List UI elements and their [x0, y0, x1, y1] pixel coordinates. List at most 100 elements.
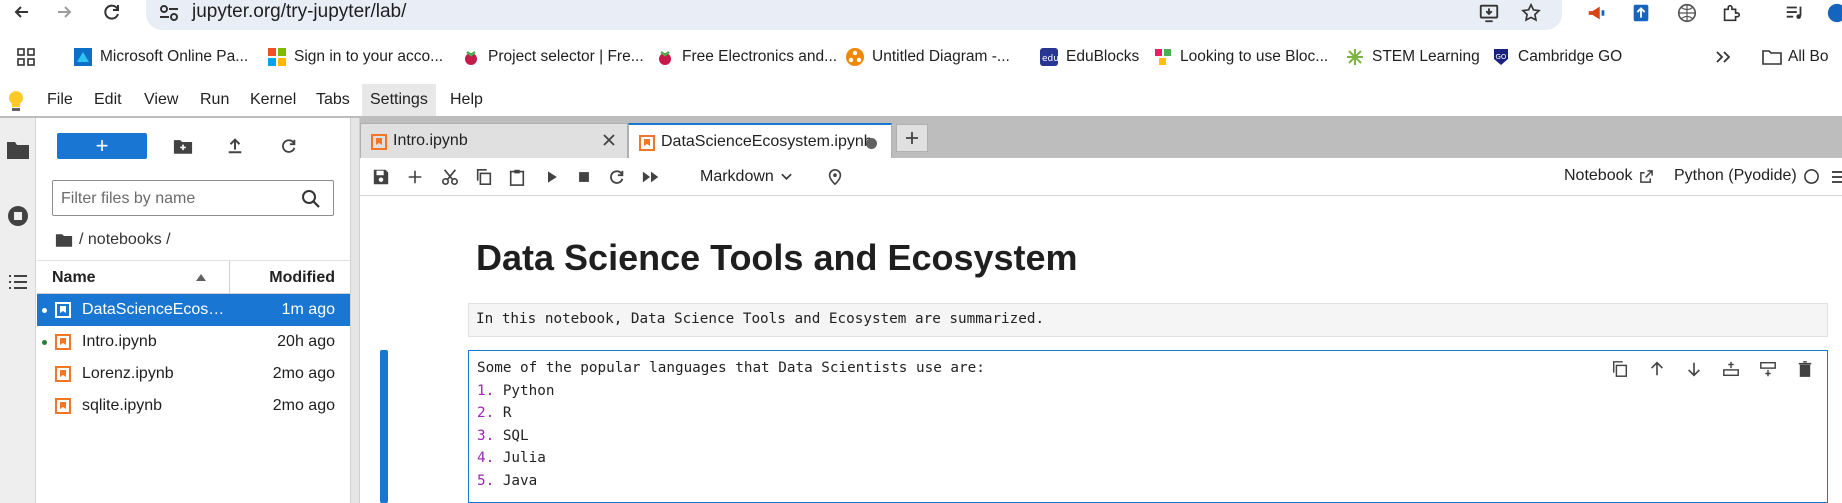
drawio-icon	[846, 48, 864, 66]
property-inspector-icon[interactable]	[1826, 166, 1842, 188]
folder-icon	[1762, 48, 1782, 66]
tab-intro[interactable]: Intro.ipynb	[360, 123, 628, 158]
filter-files-input[interactable]	[61, 188, 291, 210]
file-row[interactable]: sqlite.ipynb 2mo ago	[37, 390, 350, 422]
unsaved-changes-dot-icon[interactable]	[866, 138, 877, 149]
notebook-file-icon	[55, 334, 71, 350]
cut-scissors-icon[interactable]	[439, 166, 461, 188]
file-row[interactable]: DataScienceEcosy... 1m ago	[37, 294, 350, 326]
file-name: Intro.ipynb	[82, 333, 157, 350]
markdown-cell-editor[interactable]: Some of the popular languages that Data …	[468, 350, 1828, 503]
bookmark-project-selector[interactable]: Project selector | Fre...	[462, 46, 644, 68]
menu-view[interactable]: View	[136, 84, 186, 116]
file-modified: 1m ago	[281, 301, 335, 318]
menu-run[interactable]: Run	[192, 84, 237, 116]
back-button[interactable]	[8, 0, 36, 24]
megaphone-icon[interactable]	[1584, 0, 1610, 26]
menu-kernel[interactable]: Kernel	[242, 84, 304, 116]
star-icon[interactable]	[1518, 1, 1544, 25]
sort-ascending-icon[interactable]	[194, 271, 208, 283]
kernel-name-button[interactable]: Python (Pyodide)	[1674, 167, 1820, 185]
source-line: Some of the popular languages that Data …	[477, 360, 985, 376]
raw-text-cell[interactable]: In this notebook, Data Science Tools and…	[468, 303, 1828, 337]
column-name-header[interactable]: Name	[52, 269, 96, 287]
new-tab-button[interactable]	[896, 124, 928, 152]
column-modified-header[interactable]: Modified	[269, 269, 335, 287]
save-icon[interactable]	[370, 166, 392, 188]
location-pin-icon[interactable]	[824, 166, 846, 188]
menu-edit[interactable]: Edit	[86, 84, 130, 116]
reload-button[interactable]	[98, 0, 126, 24]
arrow-left-icon	[14, 6, 28, 18]
duplicate-cell-icon[interactable]	[1608, 357, 1632, 381]
fast-forward-icon[interactable]	[640, 166, 662, 188]
open-in-notebook-button[interactable]: Notebook	[1564, 167, 1654, 185]
move-cell-up-icon[interactable]	[1645, 357, 1669, 381]
menu-tabs[interactable]: Tabs	[308, 84, 358, 116]
restart-kernel-icon[interactable]	[606, 166, 628, 188]
list-item: Java	[502, 472, 538, 489]
cell-type-select[interactable]: Markdown	[700, 164, 793, 190]
move-cell-down-icon[interactable]	[1682, 357, 1706, 381]
markdown-source[interactable]: Some of the popular languages that Data …	[477, 357, 985, 493]
list-item: Python	[502, 382, 555, 399]
insert-cell-plus-icon[interactable]	[404, 166, 426, 188]
bookmark-sign-in[interactable]: Sign in to your acco...	[268, 46, 443, 68]
bookmark-microsoft-online[interactable]: Microsoft Online Pa...	[74, 46, 248, 68]
all-bookmarks-folder[interactable]: All Bo	[1762, 46, 1829, 68]
bookmark-looking-to-use-blocks[interactable]: Looking to use Bloc...	[1154, 46, 1328, 68]
delete-cell-trash-icon[interactable]	[1793, 357, 1817, 381]
cell-collapser[interactable]	[380, 350, 388, 503]
insert-cell-below-icon[interactable]	[1756, 357, 1780, 381]
more-bookmarks-chevron-icon[interactable]	[1714, 46, 1732, 68]
site-info-icon[interactable]	[158, 3, 180, 23]
new-launcher-button[interactable]: +	[57, 133, 147, 159]
external-link-icon	[1639, 169, 1653, 183]
run-play-icon[interactable]	[541, 166, 563, 188]
notebook-file-icon	[55, 366, 71, 382]
filter-files-field[interactable]	[52, 180, 334, 216]
upload-files-icon[interactable]	[223, 134, 247, 158]
omnibox[interactable]: jupyter.org/try-jupyter/lab/	[146, 0, 1562, 30]
bookmark-untitled-diagram[interactable]: Untitled Diagram -...	[846, 46, 1010, 68]
upload-extension-icon[interactable]	[1628, 0, 1654, 26]
folder-icon[interactable]	[55, 233, 73, 248]
close-icon[interactable]	[601, 132, 617, 148]
plus-icon	[906, 132, 918, 144]
bookmark-stem-learning[interactable]: STEM Learning	[1346, 46, 1480, 68]
forward-button[interactable]	[50, 0, 78, 24]
url-text[interactable]: jupyter.org/try-jupyter/lab/	[192, 1, 406, 23]
table-of-contents-icon[interactable]	[4, 268, 32, 296]
stop-square-icon[interactable]	[573, 166, 595, 188]
chevron-down-icon	[781, 173, 792, 181]
apps-grid-icon[interactable]	[16, 46, 36, 68]
paste-clipboard-icon[interactable]	[506, 166, 528, 188]
column-divider[interactable]	[229, 261, 230, 295]
file-browser-folder-icon[interactable]	[4, 136, 32, 164]
profile-avatar-icon[interactable]	[1824, 0, 1842, 26]
menu-settings[interactable]: Settings	[362, 84, 436, 116]
bookmark-label: STEM Learning	[1372, 48, 1480, 65]
bookmark-edublocks[interactable]: edu EduBlocks	[1040, 46, 1139, 68]
new-folder-icon[interactable]	[171, 134, 195, 158]
install-app-icon[interactable]	[1476, 1, 1502, 25]
notebook-heading[interactable]: Data Science Tools and Ecosystem	[476, 237, 1078, 279]
tab-datascienceecosystem[interactable]: DataScienceEcosystem.ipynb	[628, 123, 892, 158]
menu-file[interactable]: File	[39, 84, 81, 116]
media-controls-icon[interactable]	[1782, 0, 1808, 26]
panel-splitter-handle[interactable]	[350, 118, 360, 503]
bookmark-free-electronics[interactable]: Free Electronics and...	[656, 46, 837, 68]
refresh-file-list-icon[interactable]	[277, 134, 301, 158]
breadcrumb-path[interactable]: / notebooks /	[79, 231, 171, 249]
file-row[interactable]: Intro.ipynb 20h ago	[37, 326, 350, 358]
copy-icon[interactable]	[473, 166, 495, 188]
menu-help[interactable]: Help	[442, 84, 491, 116]
bookmark-cambridge-go[interactable]: GO Cambridge GO	[1492, 46, 1622, 68]
insert-cell-above-icon[interactable]	[1719, 357, 1743, 381]
file-row[interactable]: Lorenz.ipynb 2mo ago	[37, 358, 350, 390]
search-icon	[302, 190, 320, 208]
svg-text:GO: GO	[1496, 53, 1507, 61]
extensions-puzzle-icon[interactable]	[1718, 0, 1744, 26]
running-kernels-icon[interactable]	[4, 202, 32, 230]
globe-extension-icon[interactable]	[1674, 0, 1700, 26]
